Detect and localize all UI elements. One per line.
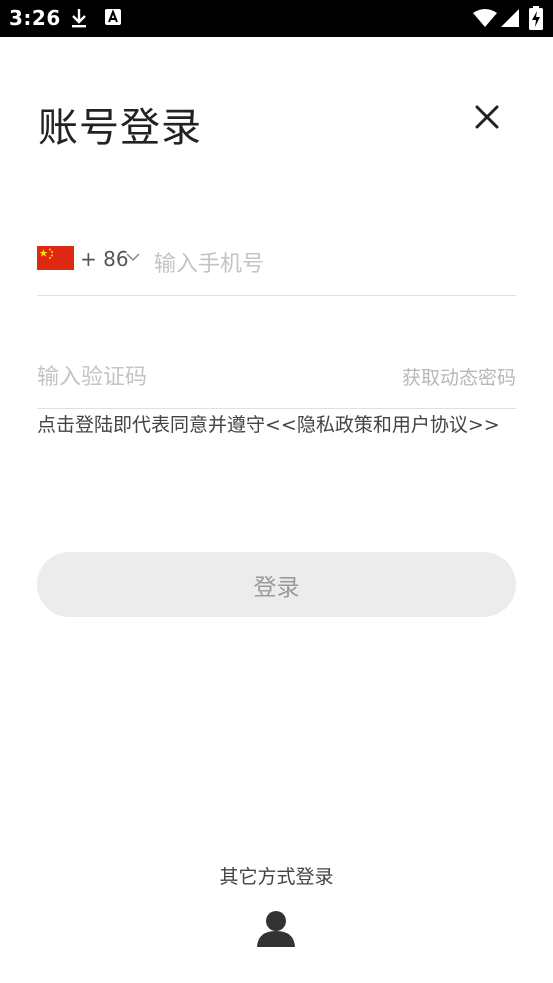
close-button[interactable] bbox=[470, 100, 504, 134]
battery-charging-icon bbox=[529, 6, 543, 30]
status-time: 3:26 bbox=[9, 6, 61, 30]
chevron-down-icon[interactable] bbox=[126, 253, 140, 262]
phone-input[interactable] bbox=[154, 246, 514, 282]
other-login-title: 其它方式登录 bbox=[219, 866, 334, 888]
china-flag-icon[interactable] bbox=[37, 246, 74, 270]
verification-code-input[interactable] bbox=[37, 359, 357, 395]
get-code-button[interactable]: 获取动态密码 bbox=[402, 363, 516, 390]
user-icon[interactable] bbox=[256, 909, 296, 947]
code-divider bbox=[37, 408, 516, 409]
close-icon bbox=[475, 105, 499, 129]
status-bar: 3:26 bbox=[0, 0, 553, 37]
page-title: 账号登录 bbox=[38, 105, 202, 151]
country-code-selector[interactable]: + 86 bbox=[80, 247, 129, 271]
download-icon bbox=[72, 9, 86, 28]
a-app-icon bbox=[105, 9, 121, 25]
wifi-icon bbox=[473, 9, 497, 27]
agreement-text[interactable]: 点击登陆即代表同意并遵守<<隐私政策和用户协议>> bbox=[37, 412, 517, 439]
phone-divider bbox=[37, 295, 516, 296]
signal-icon bbox=[501, 9, 519, 27]
login-button[interactable]: 登录 bbox=[37, 552, 516, 617]
